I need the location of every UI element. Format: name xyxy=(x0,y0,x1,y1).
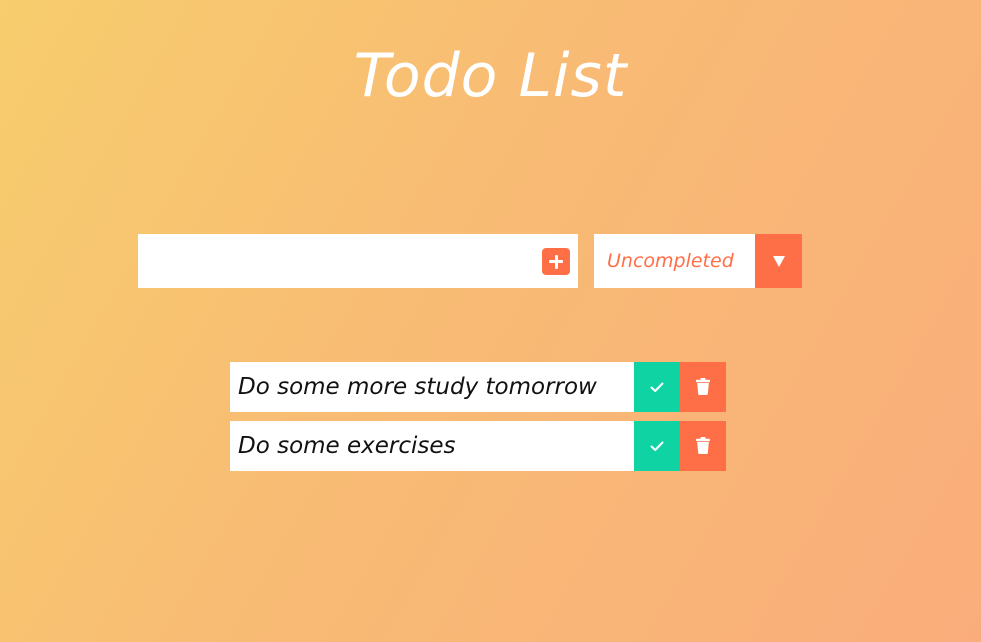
todo-text: Do some exercises xyxy=(230,421,634,471)
delete-button[interactable] xyxy=(680,421,726,471)
todo-list: Do some more study tomorrow Do some exer… xyxy=(230,362,726,480)
todo-input[interactable] xyxy=(138,234,538,288)
page-title: Todo List xyxy=(353,41,628,111)
todo-item: Do some more study tomorrow xyxy=(230,362,726,412)
complete-button[interactable] xyxy=(634,362,680,412)
complete-button[interactable] xyxy=(634,421,680,471)
check-icon xyxy=(649,438,665,454)
filter-select[interactable]: Uncompleted xyxy=(594,234,802,288)
todo-text: Do some more study tomorrow xyxy=(230,362,634,412)
todo-item: Do some exercises xyxy=(230,421,726,471)
add-todo-button[interactable] xyxy=(542,248,570,275)
delete-button[interactable] xyxy=(680,362,726,412)
filter-dropdown-button[interactable] xyxy=(755,234,802,288)
trash-icon xyxy=(696,437,710,454)
check-icon xyxy=(649,379,665,395)
todo-input-container xyxy=(138,234,578,288)
caret-down-icon xyxy=(773,256,785,267)
trash-icon xyxy=(696,378,710,395)
filter-selected-value: Uncompleted xyxy=(607,250,734,272)
